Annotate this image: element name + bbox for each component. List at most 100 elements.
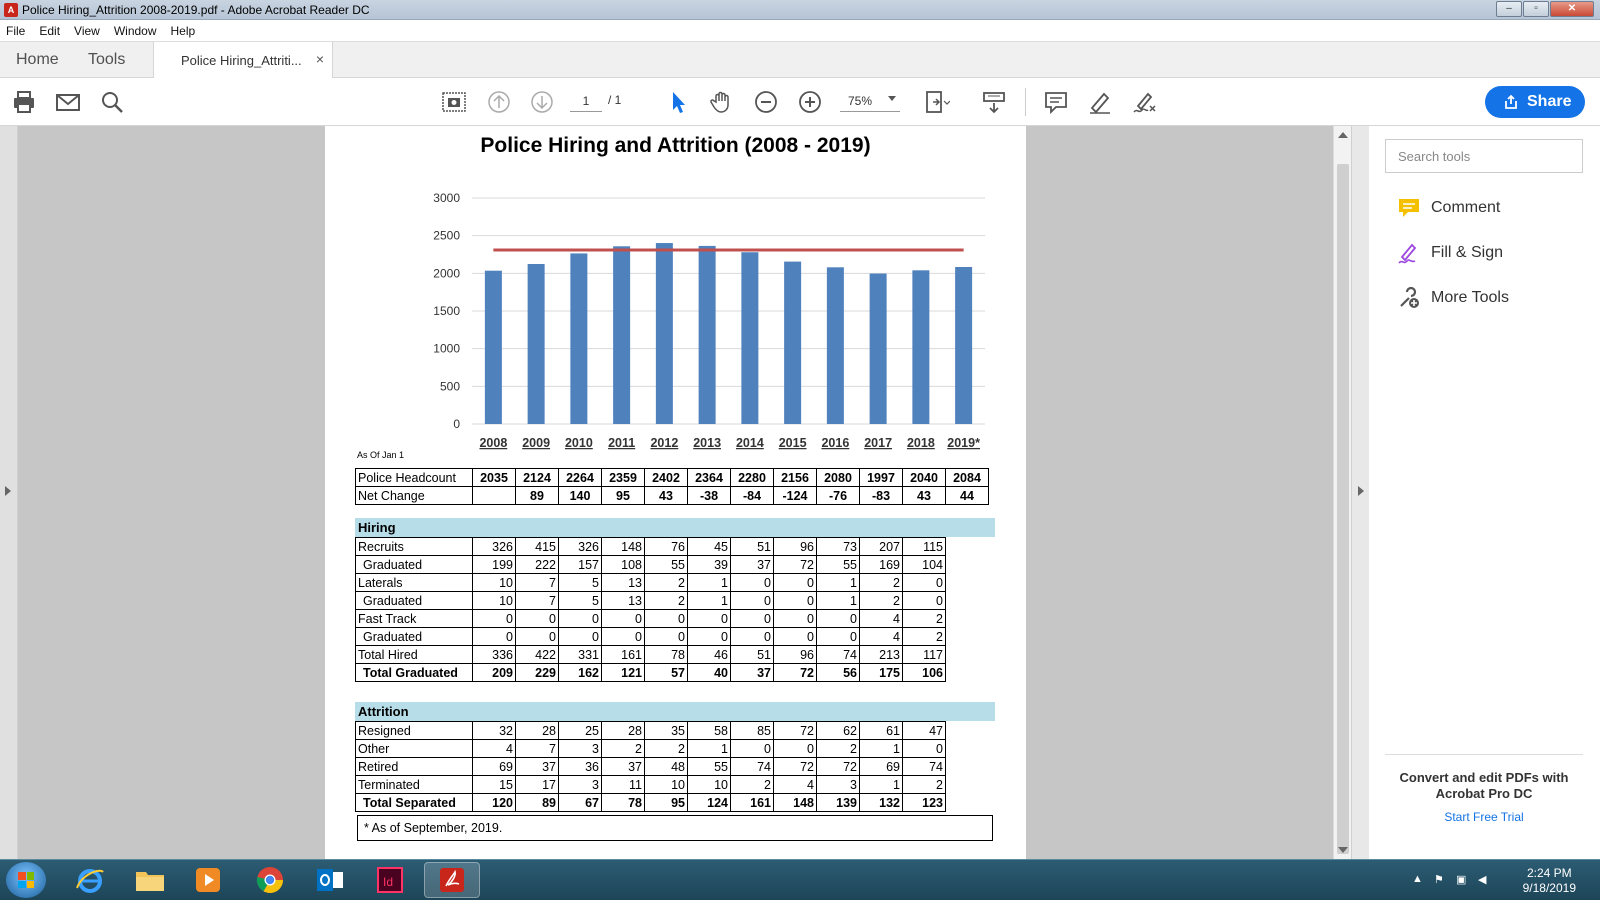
zoom-select[interactable]: 75% — [840, 90, 900, 112]
collapse-right-icon[interactable] — [1358, 486, 1364, 496]
close-button[interactable]: ✕ — [1550, 1, 1594, 17]
expand-left-icon[interactable] — [5, 486, 11, 496]
table-cell: 0 — [816, 627, 860, 646]
highlight-pen-icon[interactable] — [1086, 88, 1114, 116]
table-cell: 2124 — [515, 468, 559, 487]
email-icon[interactable] — [54, 88, 82, 116]
table-cell: 1 — [816, 573, 860, 592]
table-cell: 104 — [902, 555, 946, 574]
tool-fill-sign[interactable]: Fill & Sign — [1397, 239, 1503, 267]
share-button[interactable]: Share — [1485, 86, 1585, 118]
document-tab-label: Police Hiring_Attriti... — [181, 53, 302, 68]
menu-help[interactable]: Help — [171, 24, 196, 38]
table-cell: 0 — [730, 591, 774, 610]
document-viewer[interactable]: Police Hiring and Attrition (2008 - 2019… — [0, 126, 1369, 859]
table-row: Fast Track 0 0 0 0 0 0 0 0 0 4 2 — [355, 609, 946, 628]
table-cell: 0 — [601, 609, 645, 628]
svg-text:Id: Id — [383, 875, 393, 889]
clock-date: 9/18/2019 — [1522, 881, 1576, 895]
start-button[interactable] — [6, 862, 46, 898]
previous-page-icon[interactable] — [485, 88, 513, 116]
internet-explorer-icon[interactable] — [62, 862, 118, 898]
table-cell: 72 — [773, 721, 817, 740]
tab-bar: Home Tools Police Hiring_Attriti... × — [0, 42, 1600, 79]
row-label: Police Headcount — [355, 468, 473, 487]
file-explorer-icon[interactable] — [122, 862, 178, 898]
menu-view[interactable]: View — [74, 24, 100, 38]
zoom-out-icon[interactable] — [752, 88, 780, 116]
search-tools-input[interactable]: Search tools — [1385, 139, 1583, 173]
show-hidden-icons-icon[interactable]: ▲ — [1412, 873, 1426, 887]
hand-tool-icon[interactable] — [708, 88, 736, 116]
row-label: Graduated — [355, 591, 473, 610]
tab-document[interactable]: Police Hiring_Attriti... × — [153, 42, 333, 79]
select-cursor-icon[interactable] — [664, 88, 692, 116]
search-icon[interactable] — [98, 88, 126, 116]
tool-comment[interactable]: Comment — [1397, 194, 1500, 222]
page-number-input[interactable]: 1 — [570, 90, 602, 112]
table-cell: 148 — [601, 537, 645, 556]
fit-page-icon[interactable] — [922, 88, 951, 116]
action-center-icon[interactable]: ⚑ — [1434, 873, 1448, 887]
table-cell: -124 — [773, 486, 817, 505]
outlook-icon[interactable] — [302, 862, 358, 898]
row-label: Retired — [355, 757, 473, 776]
acrobat-reader-taskbar-icon[interactable] — [424, 862, 480, 898]
menu-file[interactable]: File — [6, 24, 25, 38]
scroll-up-icon[interactable] — [1338, 132, 1348, 138]
table-cell: 55 — [644, 555, 688, 574]
tab-home[interactable]: Home — [16, 51, 59, 69]
start-free-trial-link[interactable]: Start Free Trial — [1385, 810, 1583, 824]
menu-edit[interactable]: Edit — [39, 24, 60, 38]
left-panel-toggle[interactable] — [0, 126, 18, 859]
chevron-down-icon[interactable] — [888, 96, 896, 101]
table-cell: 74 — [902, 757, 946, 776]
menu-window[interactable]: Window — [114, 24, 157, 38]
tab-tools[interactable]: Tools — [88, 51, 125, 69]
hiring-table: Recruits 326 415 326 148 76 45 51 96 73 207 115 Grad… — [355, 537, 946, 682]
bar-2019* — [955, 267, 973, 424]
volume-icon[interactable]: ◀ — [1478, 873, 1492, 887]
comment-icon[interactable] — [1042, 88, 1070, 116]
print-icon[interactable] — [10, 88, 38, 116]
table-cell: 17 — [515, 775, 559, 794]
x-tick-label: 2017 — [864, 436, 892, 450]
table-cell: 175 — [859, 663, 903, 682]
vertical-scrollbar[interactable] — [1333, 126, 1351, 859]
network-icon[interactable]: ▣ — [1456, 873, 1470, 887]
table-cell: 95 — [644, 793, 688, 812]
maximize-button[interactable]: ▫ — [1523, 1, 1549, 17]
x-tick-label: 2011 — [608, 436, 635, 450]
scroll-mode-icon[interactable] — [980, 88, 1008, 116]
scrollbar-thumb[interactable] — [1337, 164, 1349, 854]
bar-2010 — [570, 253, 588, 424]
table-cell: 0 — [902, 739, 946, 758]
table-cell: 78 — [601, 793, 645, 812]
media-player-icon[interactable] — [180, 862, 236, 898]
table-cell: 43 — [902, 486, 946, 505]
clock-time: 2:24 PM — [1526, 866, 1572, 880]
headcount-chart: 0 500 1000 1500 2000 2500 3000 2008 2009 2010 2011… — [433, 191, 985, 450]
table-row: Retired 69 37 36 37 48 55 74 72 72 69 74 — [355, 757, 946, 776]
table-cell: 140 — [558, 486, 602, 505]
bar-2011 — [613, 246, 631, 424]
right-panel-splitter[interactable] — [1351, 126, 1369, 859]
table-cell: 115 — [902, 537, 946, 556]
table-cell: 51 — [730, 645, 774, 664]
table-cell: 43 — [644, 486, 688, 505]
table-cell: 44 — [945, 486, 989, 505]
clock[interactable]: 2:24 PM 9/18/2019 — [1523, 866, 1576, 896]
next-page-icon[interactable] — [528, 88, 556, 116]
scroll-down-icon[interactable] — [1338, 847, 1348, 853]
zoom-in-icon[interactable] — [796, 88, 824, 116]
chrome-icon[interactable] — [242, 862, 298, 898]
windows-taskbar: Id ▲ ⚑ ▣ ◀ 2:24 PM 9/18/2019 — [0, 859, 1600, 900]
close-tab-icon[interactable]: × — [316, 51, 324, 67]
table-row: Terminated 15 17 3 11 10 10 2 4 3 1 2 — [355, 775, 946, 794]
snapshot-icon[interactable] — [440, 88, 468, 116]
tool-more-tools[interactable]: More Tools — [1397, 284, 1509, 312]
sign-icon[interactable] — [1130, 88, 1158, 116]
minimize-button[interactable]: ‒ — [1496, 1, 1522, 17]
indesign-icon[interactable]: Id — [362, 862, 418, 898]
table-cell: 139 — [816, 793, 860, 812]
